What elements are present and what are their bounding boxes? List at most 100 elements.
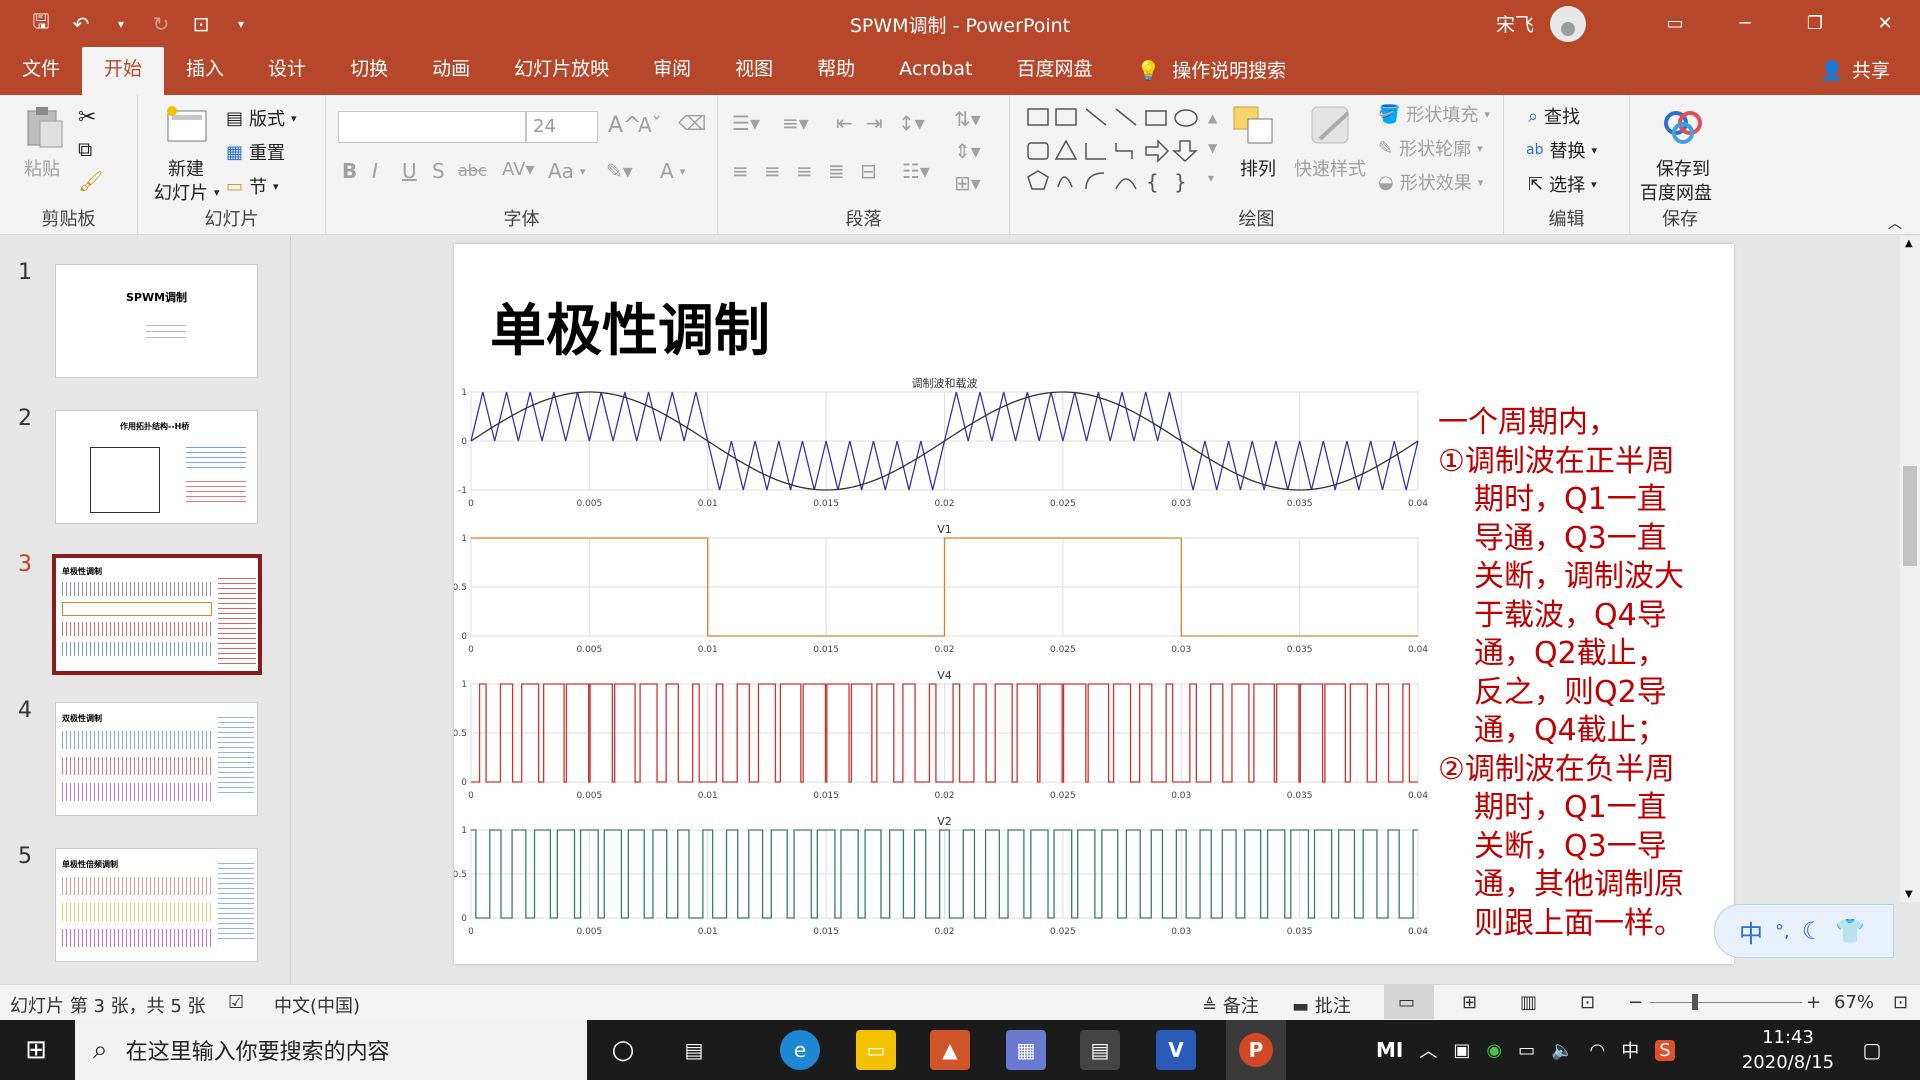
redo-icon[interactable]: ↻	[148, 11, 174, 37]
slideshow-view-icon[interactable]: ⊡	[1580, 992, 1595, 1013]
file-explorer-icon[interactable]: ▭	[856, 1030, 896, 1070]
mi-icon[interactable]: MI	[1376, 1038, 1403, 1062]
grow-font-icon[interactable]: A^	[608, 113, 641, 138]
slide-thumbnail-1[interactable]: SPWM调制	[55, 264, 258, 378]
sogou-icon[interactable]: S	[1655, 1039, 1675, 1061]
tab-transitions[interactable]: 切换	[328, 47, 410, 95]
new-slide-label-2[interactable]: 幻灯片 ▾	[154, 179, 220, 205]
accessibility-icon[interactable]: ☑	[228, 992, 244, 1013]
justify-icon[interactable]: ≣	[828, 159, 845, 183]
copy-icon[interactable]: ⧉	[78, 137, 92, 161]
tab-design[interactable]: 设计	[246, 47, 328, 95]
clock[interactable]: 11:43 2020/8/15	[1728, 1025, 1848, 1075]
fit-to-window-icon[interactable]: ⊡	[1893, 992, 1908, 1013]
taskbar-search[interactable]: ⌕ 在这里输入你要搜索的内容	[75, 1020, 587, 1080]
replace-button[interactable]: ab 替换 ▾	[1526, 137, 1597, 163]
tray-app-icon[interactable]: ▣	[1453, 1040, 1470, 1061]
decrease-indent-icon[interactable]: ⇤	[836, 111, 853, 135]
visio-icon[interactable]: V	[1156, 1030, 1196, 1070]
increase-indent-icon[interactable]: ⇥	[866, 111, 883, 135]
change-case-button[interactable]: Aa ▾	[548, 159, 585, 183]
zoom-out-icon[interactable]: −	[1628, 992, 1643, 1013]
save-baidu-label-2[interactable]: 百度网盘	[1640, 179, 1712, 205]
arrange-icon[interactable]	[1232, 103, 1278, 149]
skin-icon[interactable]: 👕	[1835, 917, 1865, 945]
line-spacing-icon[interactable]: ↕▾	[898, 111, 925, 135]
vertical-scrollbar[interactable]: ▲ ▼	[1900, 236, 1920, 902]
shape-fill-button[interactable]: 🪣 形状填充 ▾	[1378, 101, 1490, 127]
format-painter-icon[interactable]: 🖌	[78, 169, 103, 193]
zoom-slider[interactable]	[1650, 1002, 1802, 1003]
avatar[interactable]	[1550, 5, 1586, 42]
ime-mode[interactable]: 中	[1739, 914, 1763, 949]
tab-baidu[interactable]: 百度网盘	[994, 47, 1114, 95]
tab-review[interactable]: 审阅	[631, 47, 713, 95]
shapes-gallery[interactable]: { }	[1024, 103, 1224, 197]
notes-button[interactable]: ≜ 备注	[1202, 992, 1259, 1018]
paste-button[interactable]: 粘贴	[24, 155, 60, 181]
slide-sorter-icon[interactable]: ⊞	[1462, 992, 1477, 1013]
font-color-button[interactable]: A ▾	[660, 159, 685, 183]
columns-icon[interactable]: ☷▾	[902, 159, 930, 183]
tab-slideshow[interactable]: 幻灯片放映	[492, 47, 631, 95]
matlab-icon[interactable]: ▲	[930, 1030, 970, 1070]
volume-icon[interactable]: 🔈	[1551, 1040, 1573, 1061]
cortana-icon[interactable]: ○	[603, 1030, 643, 1070]
tab-insert[interactable]: 插入	[164, 47, 246, 95]
pane-divider[interactable]	[290, 236, 291, 984]
windows-start-icon[interactable]: ⊞	[16, 1030, 56, 1070]
font-name-combo[interactable]	[338, 111, 526, 143]
punctuation-icon[interactable]: °,	[1775, 921, 1790, 942]
clear-format-icon[interactable]: ⌫	[678, 111, 706, 135]
section-button[interactable]: ▭ 节 ▾	[226, 173, 279, 199]
quick-styles-icon[interactable]	[1308, 103, 1354, 149]
reading-view-icon[interactable]: ▥	[1520, 992, 1537, 1013]
undo-icon[interactable]: ↶	[68, 11, 94, 37]
scrollbar-thumb[interactable]	[1903, 466, 1917, 566]
highlight-icon[interactable]: ✎▾	[606, 159, 633, 183]
tab-animations[interactable]: 动画	[410, 47, 492, 95]
zoom-slider-thumb[interactable]	[1692, 994, 1698, 1010]
zoom-in-icon[interactable]: +	[1806, 992, 1821, 1013]
wifi-icon[interactable]: ◠	[1590, 1040, 1606, 1061]
font-size-combo[interactable]: 24	[526, 111, 598, 143]
baidu-cloud-icon[interactable]	[1660, 103, 1706, 149]
customize-qat-icon[interactable]: ▾	[228, 11, 254, 37]
align-center-icon[interactable]: ≡	[764, 159, 781, 183]
save-icon[interactable]: 🖫	[28, 9, 54, 37]
reset-button[interactable]: ▦ 重置	[226, 139, 285, 165]
tab-file[interactable]: 文件	[0, 47, 82, 95]
shadow-button[interactable]: S	[432, 159, 445, 183]
app-icon[interactable]: ▦	[1006, 1030, 1046, 1070]
undo-dropdown-icon[interactable]: ▾	[108, 11, 134, 37]
arrange-button[interactable]: 排列	[1240, 155, 1276, 181]
input-method-icon[interactable]: 中	[1621, 1037, 1639, 1063]
language-indicator[interactable]: 中文(中国)	[274, 992, 360, 1018]
task-view-icon[interactable]: ▤	[674, 1030, 714, 1070]
smartart-icon[interactable]: ⊞▾	[954, 171, 981, 195]
text-direction-icon[interactable]: ⇅▾	[954, 107, 981, 131]
distributed-icon[interactable]: ⊟	[860, 159, 877, 183]
shrink-font-icon[interactable]: Aˇ	[638, 113, 662, 137]
numbering-icon[interactable]: ≡▾	[782, 111, 809, 135]
align-right-icon[interactable]: ≡	[796, 159, 813, 183]
cut-icon[interactable]: ✂	[78, 105, 96, 130]
slide-charts[interactable]: 调制波和载波 0 0.005 0.01 0.015 0.02 0.025 0.03 0.035 0…	[454, 244, 1434, 964]
user-name[interactable]: 宋飞	[1496, 10, 1534, 37]
tell-me-search[interactable]: 💡 操作说明搜索	[1114, 47, 1308, 95]
start-from-beginning-icon[interactable]: ⊡	[188, 11, 214, 37]
close-icon[interactable]: ✕	[1850, 0, 1920, 47]
restore-icon[interactable]: ❐	[1780, 0, 1850, 47]
collapse-ribbon-icon[interactable]: ︿	[1888, 213, 1902, 233]
new-slide-icon[interactable]	[164, 103, 210, 149]
normal-view-icon[interactable]: ▭	[1384, 985, 1434, 1019]
chevron-up-icon[interactable]: ︿	[1419, 1037, 1437, 1063]
moon-icon[interactable]: ☾	[1802, 917, 1824, 945]
slide-thumbnail-4[interactable]: 双极性调制	[55, 702, 258, 816]
select-button[interactable]: ⇱ 选择 ▾	[1528, 171, 1597, 197]
scroll-up-icon[interactable]: ▲	[1905, 238, 1913, 249]
shape-outline-button[interactable]: ✎ 形状轮廓 ▾	[1378, 135, 1483, 161]
slide-body-text[interactable]: 一个周期内， ①调制波在正半周 期时，Q1一直 导通，Q3一直 关断，调制波大 于载波，Q…	[1438, 404, 1708, 943]
bullets-icon[interactable]: ☰▾	[732, 111, 760, 135]
shapes-scroll-icon[interactable]: ▲ ▼ ▾	[1208, 103, 1217, 193]
